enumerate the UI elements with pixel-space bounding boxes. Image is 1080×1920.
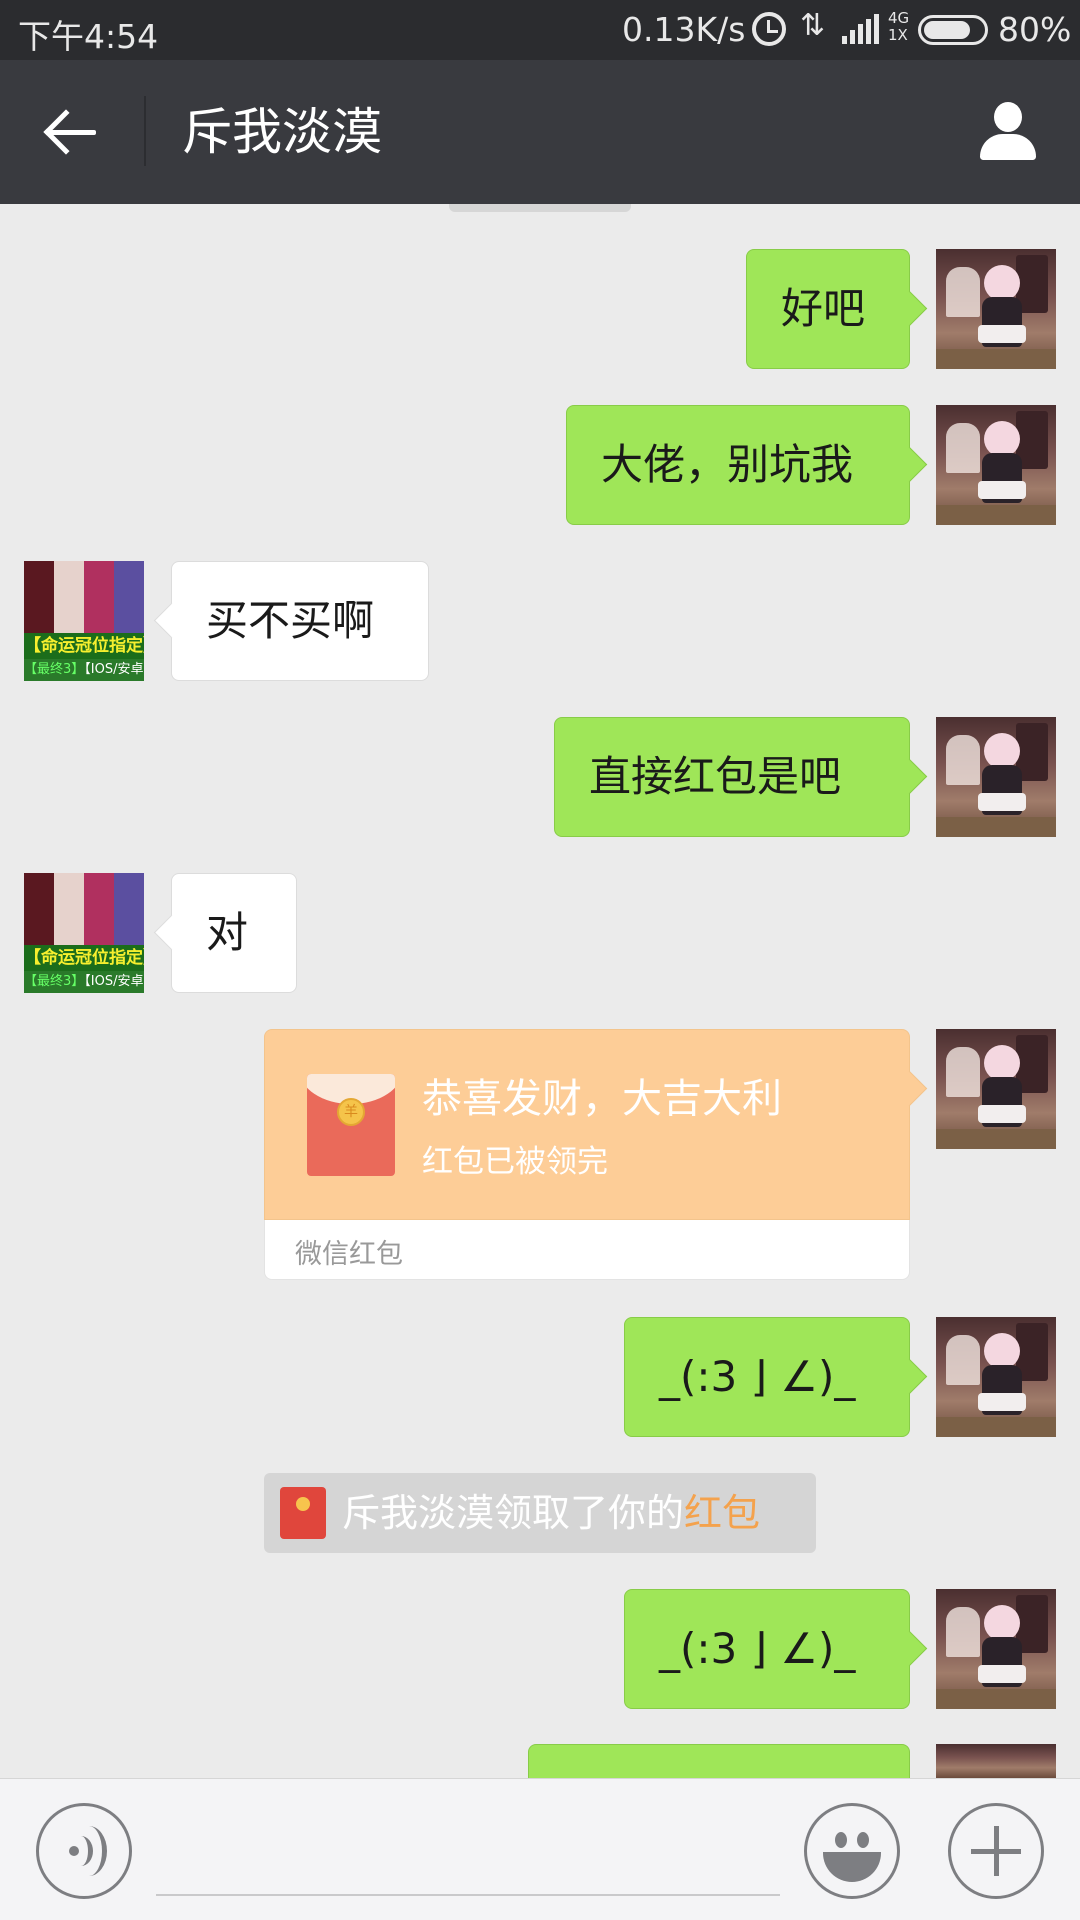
status-bar: 下午4:54 0.13K/s ⇅ 4G 1X 80% [0,0,1080,60]
header-divider [144,96,146,166]
my-avatar[interactable] [936,1589,1056,1709]
message-bubble[interactable]: _(:3 ⌋ ∠)_ [624,1589,910,1709]
back-arrow-icon[interactable] [40,100,104,164]
red-envelope-icon: 羊 [307,1074,395,1176]
my-avatar[interactable] [936,1317,1056,1437]
message-bubble[interactable]: 买不买啊 [171,561,429,681]
red-packet-icon [280,1487,326,1539]
my-avatar-partial[interactable] [936,1744,1056,1778]
avatar-subcaption-platform: 【IOS/安卓】 [84,662,144,677]
voice-icon[interactable] [36,1803,132,1899]
message-bubble[interactable]: 好吧 [746,249,910,369]
my-avatar[interactable] [936,249,1056,369]
my-avatar[interactable] [936,405,1056,525]
message-bubble[interactable]: _(:3 ⌋ ∠)_ [624,1317,910,1437]
signal-icon [842,14,882,44]
message-input[interactable] [156,1894,780,1896]
red-packet-greeting: 恭喜发财，大吉大利 [422,1076,782,1122]
status-time: 下午4:54 [18,17,159,56]
avatar-caption: 【命运冠位指定】 [24,945,144,971]
red-packet-link[interactable]: 红包 [684,1491,760,1535]
profile-icon[interactable] [976,100,1040,164]
system-notice: 斥我淡漠领取了你的红包 [264,1473,816,1553]
my-avatar[interactable] [936,1029,1056,1149]
network-type: 4G 1X [888,10,909,44]
red-packet-status: 红包已被领完 [422,1144,608,1180]
red-packet-label: 微信红包 [295,1239,403,1270]
data-arrows-icon: ⇅ [800,8,826,43]
avatar-subcaption-green: 【最终3】 [24,974,85,989]
red-packet-body: 羊 恭喜发财，大吉大利 红包已被领完 [264,1029,910,1220]
chat-header: 斥我淡漠 [0,60,1080,204]
message-bubble[interactable]: 直接红包是吧 [554,717,910,837]
plus-icon[interactable] [948,1803,1044,1899]
network-type-top: 4G [888,9,910,27]
pull-indicator [449,204,631,212]
envelope-coin: 羊 [337,1098,365,1126]
network-type-bottom: 1X [888,26,908,44]
message-bubble[interactable]: 大佬，别坑我 [566,405,910,525]
contact-avatar[interactable]: 【命运冠位指定】 【最终3】【IOS/安卓】 [24,561,144,681]
avatar-subcaption-green: 【最终3】 [24,662,85,677]
avatar-caption: 【命运冠位指定】 [24,633,144,659]
red-packet-footer: 微信红包 [264,1220,910,1280]
input-bar [0,1778,1080,1920]
emoji-icon[interactable] [804,1803,900,1899]
notice-text: 斥我淡漠领取了你的红包 [342,1487,760,1539]
battery-fill [924,21,971,39]
contact-avatar[interactable]: 【命运冠位指定】 【最终3】【IOS/安卓】 [24,873,144,993]
avatar-subcaption-platform: 【IOS/安卓】 [84,974,144,989]
red-packet-card[interactable]: 羊 恭喜发财，大吉大利 红包已被领完 微信红包 [264,1029,910,1280]
message-bubble[interactable]: 对 [171,873,297,993]
net-speed: 0.13K/s [622,10,746,49]
alarm-icon [752,12,786,46]
chat-title: 斥我淡漠 [182,103,382,161]
battery-icon [918,15,988,45]
notice-prefix: 斥我淡漠领取了你的 [342,1491,685,1535]
my-avatar[interactable] [936,717,1056,837]
battery-percent: 80% [998,10,1072,49]
avatar-subcaption: 【最终3】【IOS/安卓】 [24,971,144,993]
avatar-subcaption: 【最终3】【IOS/安卓】 [24,659,144,681]
